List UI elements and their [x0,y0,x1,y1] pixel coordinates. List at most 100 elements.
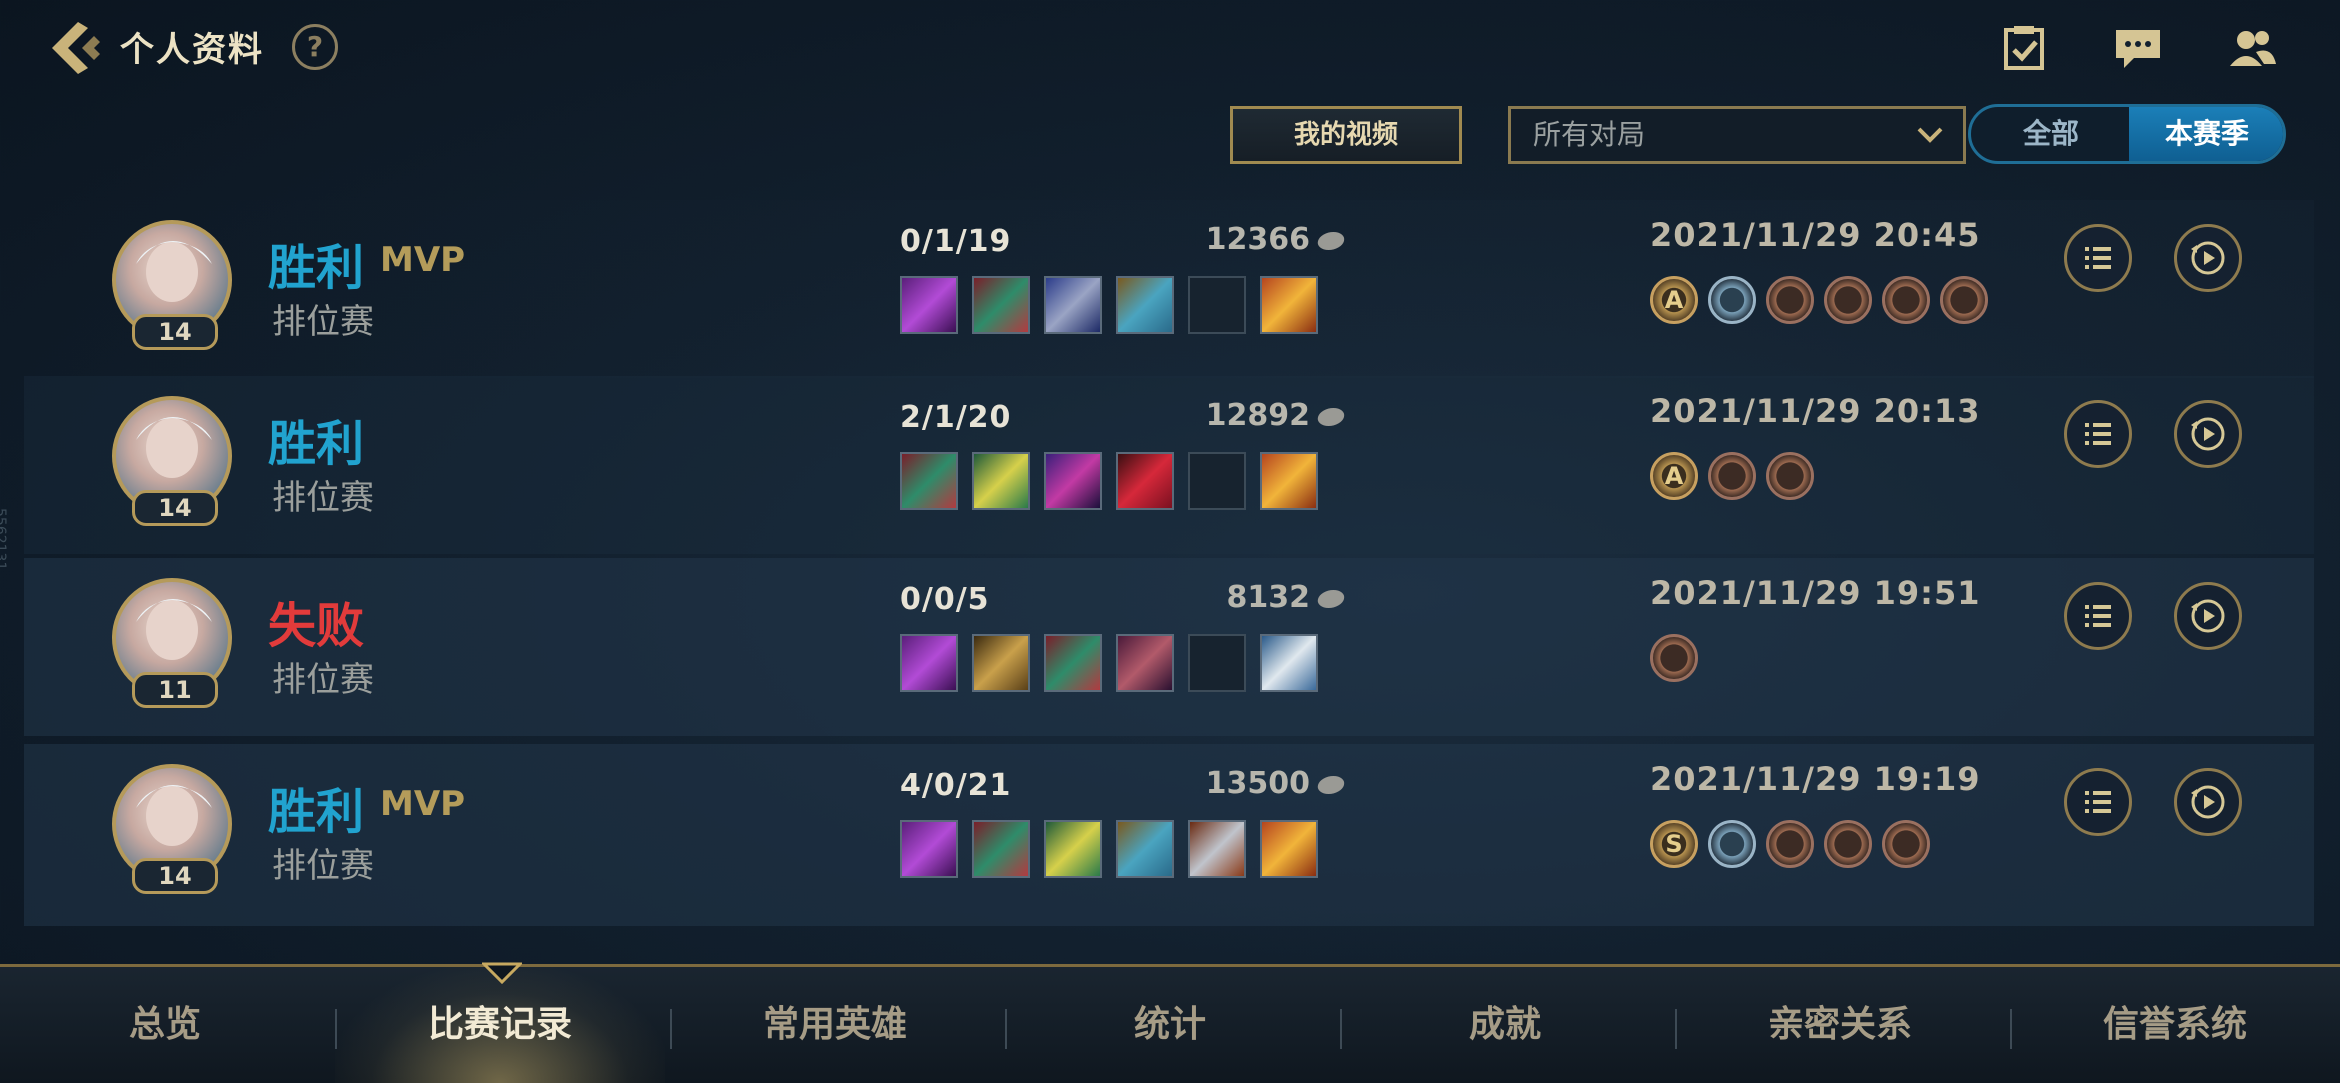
nav-tab[interactable]: 常用英雄 [670,967,1000,1083]
blue-armor-item-icon[interactable] [1116,820,1174,878]
task-checklist-icon[interactable] [2000,26,2048,70]
champion-level: 11 [132,672,218,708]
match-datetime: 2021/11/29 19:19 [1650,760,1981,798]
nav-tab[interactable]: 亲密关系 [1675,967,2005,1083]
gold-value: 12366 [1205,222,1310,257]
bronze-medal-icon[interactable] [1708,452,1756,500]
mvp-badge: MVP [380,240,466,280]
match-row[interactable]: 11 失败 排位赛 0/0/5 8132 2021/11/29 19:51 [24,558,2314,736]
friends-icon[interactable] [2228,26,2276,70]
match-filter-value: 所有对局 [1533,118,1646,151]
segment-this-season[interactable]: 本赛季 [2129,107,2283,161]
page-title: 个人资料 [120,30,264,70]
replay-button[interactable] [2174,224,2242,292]
champion-level: 14 [132,314,218,350]
list-icon [2085,423,2111,445]
green-orb-item-icon[interactable] [972,452,1030,510]
bronze-medal-icon[interactable] [1824,820,1872,868]
gold-medal-icon[interactable]: A [1650,452,1698,500]
match-datetime: 2021/11/29 20:13 [1650,392,1981,430]
white-beast-item-icon[interactable] [1260,634,1318,692]
replay-icon [2191,599,2225,633]
purple-staff-item-icon[interactable] [900,820,958,878]
match-filter-dropdown[interactable]: 所有对局 [1508,106,1966,164]
game-mode: 排位赛 [272,846,374,886]
match-row[interactable]: 14 胜利 排位赛 2/1/20 12892 2021/11/29 20:13 A [24,376,2314,554]
bronze-medal-icon[interactable] [1650,634,1698,682]
bronze-medal-icon[interactable] [1766,820,1814,868]
segment-all[interactable]: 全部 [1971,107,2131,161]
champion-level: 14 [132,490,218,526]
season-toggle: 全部 本赛季 [1968,104,2286,164]
match-details-button[interactable] [2064,224,2132,292]
kda-score: 2/1/20 [900,400,1012,435]
bronze-medal-icon[interactable] [1766,276,1814,324]
nav-tab[interactable]: 信誉系统 [2010,967,2340,1083]
blue-medal-icon[interactable] [1708,820,1756,868]
replay-button[interactable] [2174,768,2242,836]
nav-divider [1005,1009,1007,1049]
blue-medal-icon[interactable] [1708,276,1756,324]
gold-emblem-item-icon[interactable] [1260,276,1318,334]
chat-icon[interactable] [2114,26,2162,70]
empty-item-slot [1188,452,1246,510]
gold-earned: 12892 [1144,398,1347,433]
spell-book-item-icon[interactable] [1116,634,1174,692]
bronze-medal-icon[interactable] [1882,276,1930,324]
green-mask-item-icon[interactable] [972,820,1030,878]
gold-medal-icon[interactable]: A [1650,276,1698,324]
nav-divider [335,1009,337,1049]
green-mask-item-icon[interactable] [1044,634,1102,692]
nav-divider [1340,1009,1342,1049]
bronze-medal-icon[interactable] [1940,276,1988,324]
match-datetime: 2021/11/29 19:51 [1650,574,1981,612]
medal-grade: A [1664,462,1684,490]
active-tab-pointer-icon [482,962,522,984]
purple-staff-item-icon[interactable] [900,276,958,334]
match-details-button[interactable] [2064,400,2132,468]
gold-medal-icon[interactable]: S [1650,820,1698,868]
my-videos-button[interactable]: 我的视频 [1230,106,1462,164]
list-icon [2085,247,2111,269]
match-row[interactable]: 14 胜利 MVP 排位赛 0/1/19 12366 2021/11/29 20:45 A [24,200,2314,378]
nav-tab[interactable]: 总览 [0,967,330,1083]
match-result: 胜利 [268,416,365,472]
nav-tab[interactable]: 比赛记录 [335,967,665,1083]
gold-emblem-item-icon[interactable] [1260,452,1318,510]
kda-score: 4/0/21 [900,768,1012,803]
medal-grade: A [1664,286,1684,314]
gold-armor-item-icon[interactable] [972,634,1030,692]
purple-staff-item-icon[interactable] [900,634,958,692]
gold-emblem-item-icon[interactable] [1260,820,1318,878]
medal-grade: S [1665,830,1683,858]
kda-score: 0/0/5 [900,582,990,617]
green-mask-item-icon[interactable] [972,276,1030,334]
knight-helm-item-icon[interactable] [1044,276,1102,334]
match-row[interactable]: 14 胜利 MVP 排位赛 4/0/21 13500 2021/11/29 19:19 S [24,744,2314,926]
nav-tab[interactable]: 统计 [1005,967,1335,1083]
gold-value: 8132 [1226,580,1311,615]
replay-button[interactable] [2174,400,2242,468]
replay-icon [2191,785,2225,819]
match-datetime: 2021/11/29 20:45 [1650,216,1981,254]
match-details-button[interactable] [2064,768,2132,836]
back-arrow-icon[interactable] [48,18,104,78]
help-icon[interactable]: ? [292,24,338,70]
green-mask-item-icon[interactable] [900,452,958,510]
red-gem-item-icon[interactable] [1116,452,1174,510]
match-details-button[interactable] [2064,582,2132,650]
green-orb-item-icon[interactable] [1044,820,1102,878]
champion-level: 14 [132,858,218,894]
bronze-medal-icon[interactable] [1766,452,1814,500]
match-result: 胜利 [268,784,365,840]
match-result: 胜利 [268,240,365,296]
replay-button[interactable] [2174,582,2242,650]
witch-hat-item-icon[interactable] [1044,452,1102,510]
empty-item-slot [1188,634,1246,692]
nav-tab[interactable]: 成就 [1340,967,1670,1083]
list-icon [2085,791,2111,813]
blue-armor-item-icon[interactable] [1116,276,1174,334]
silver-wings-item-icon[interactable] [1188,820,1246,878]
bronze-medal-icon[interactable] [1882,820,1930,868]
bronze-medal-icon[interactable] [1824,276,1872,324]
